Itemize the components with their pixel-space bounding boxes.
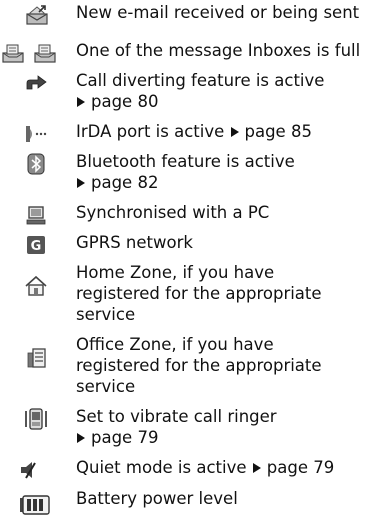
home-zone-icon — [25, 275, 47, 296]
item-text: IrDA port is active page 85 — [76, 121, 382, 142]
gprs-icon-letter: G — [31, 239, 42, 254]
item-text: One of the message Inboxes is full — [76, 41, 361, 60]
office-zone-icon — [27, 348, 46, 368]
item-text: Battery power level — [76, 489, 238, 508]
item-text-main: IrDA port is active — [76, 122, 225, 141]
new-email-icon — [26, 5, 48, 25]
gprs-icon: G — [27, 236, 45, 254]
item-text: New e-mail received or being sent — [76, 3, 360, 22]
triangle-right-icon — [77, 433, 85, 443]
triangle-right-icon — [230, 127, 239, 137]
item-text: Office Zone, if you have — [76, 335, 274, 354]
item-text: Synchronised with a PC — [76, 203, 270, 222]
battery-icon — [20, 495, 50, 515]
page-reference-text: page 80 — [91, 92, 159, 111]
page-reference: page 79 — [76, 427, 382, 448]
item-text: Quiet mode is active page 79 — [76, 457, 382, 478]
item-text: GPRS network — [76, 233, 193, 252]
item-text: service — [76, 377, 136, 396]
page-reference-text: page 79 — [266, 458, 335, 477]
item-text: Bluetooth feature is active — [76, 152, 295, 171]
irda-icon — [26, 126, 47, 142]
item-text: Home Zone, if you have — [76, 263, 275, 282]
bluetooth-icon — [27, 153, 45, 175]
item-text-main: Quiet mode is active — [76, 458, 247, 477]
quiet-mode-icon — [21, 462, 36, 479]
triangle-right-icon — [77, 178, 85, 188]
item-text: registered for the appropriate — [76, 356, 322, 375]
pc-sync-icon — [26, 206, 46, 225]
triangle-right-icon — [252, 463, 261, 473]
item-text: Call diverting feature is active — [76, 71, 325, 90]
page-reference-text: page 82 — [91, 173, 159, 192]
item-text: registered for the appropriate — [76, 284, 322, 303]
inbox-full-icon — [2, 44, 24, 63]
page-reference-text: page 79 — [91, 428, 159, 447]
vibrate-icon — [25, 408, 47, 430]
icon-description-list: New e-mail received or being sent One of… — [0, 0, 384, 524]
page-reference: page 80 — [76, 91, 382, 112]
page-reference-text: page 85 — [244, 122, 312, 141]
triangle-right-icon — [77, 97, 85, 107]
page-reference: page 82 — [76, 172, 382, 193]
item-text: Set to vibrate call ringer — [76, 407, 277, 426]
call-divert-icon — [26, 75, 47, 90]
item-text: service — [76, 305, 136, 324]
inbox-full-icon — [34, 44, 56, 63]
